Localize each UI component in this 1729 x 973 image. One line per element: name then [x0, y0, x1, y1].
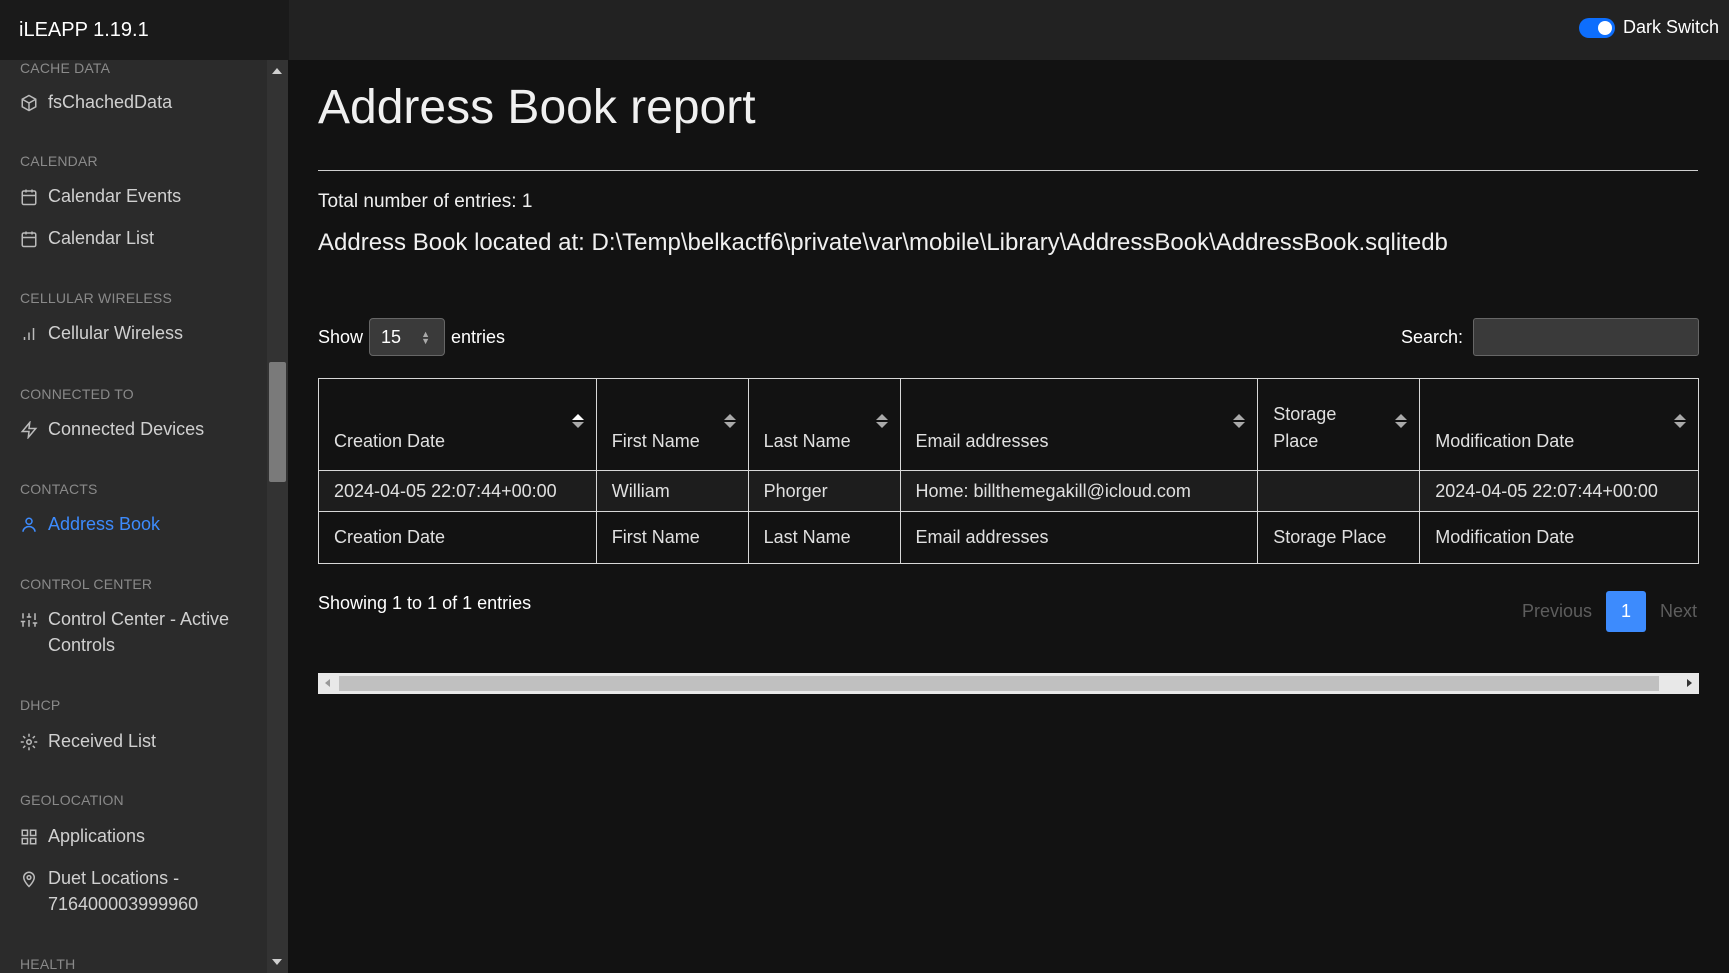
cell-first-name: William: [595, 470, 749, 512]
sidebar-item-label: Calendar List: [48, 228, 155, 248]
sidebar-section-header: CELLULAR WIRELESS: [20, 290, 173, 306]
app-title[interactable]: iLEAPP 1.19.1: [0, 0, 289, 60]
sidebar-item-control-center[interactable]: Control Center - Active Controls: [20, 606, 255, 658]
search-input[interactable]: [1473, 318, 1699, 356]
sidebar-item-address-book[interactable]: Address Book: [20, 511, 255, 537]
footer-creation-date: Creation Date: [318, 511, 597, 564]
grid-icon: [21, 829, 37, 845]
search-control: Search:: [1401, 318, 1699, 356]
page-size-value: 15: [381, 327, 402, 347]
sidebar-item-connected-devices[interactable]: Connected Devices: [20, 416, 255, 442]
calendar-icon: [21, 189, 37, 206]
horizontal-scrollbar-thumb[interactable]: [339, 676, 1659, 691]
cell-last-name: Phorger: [747, 470, 901, 512]
sidebar-item-received-list[interactable]: Received List: [20, 728, 255, 754]
sidebar-item-applications[interactable]: Applications: [20, 823, 255, 849]
column-header-label: Storage Place: [1273, 404, 1337, 451]
map-pin-icon: [22, 871, 36, 888]
bar-chart-icon: [23, 328, 35, 340]
sidebar-item-label: Received List: [48, 731, 157, 751]
dark-switch-toggle[interactable]: [1578, 17, 1615, 38]
show-label: Show: [318, 326, 364, 347]
zap-icon: [20, 421, 38, 439]
cell-storage-place: [1257, 470, 1421, 512]
column-header-label: Email addresses: [915, 431, 1049, 451]
next-button[interactable]: Next: [1658, 601, 1699, 622]
column-header-last-name[interactable]: Last Name: [747, 378, 901, 471]
column-header-creation-date[interactable]: Creation Date: [318, 378, 597, 471]
footer-storage-place: Storage Place: [1257, 511, 1421, 564]
column-header-first-name[interactable]: First Name: [595, 378, 749, 471]
settings-icon: [20, 733, 38, 751]
sidebar-item-label: Address Book: [48, 514, 161, 534]
dark-switch[interactable]: Dark Switch: [1578, 17, 1719, 38]
page-1-button[interactable]: 1: [1605, 591, 1646, 632]
sidebar-item-cellular-wireless[interactable]: Cellular Wireless: [20, 320, 255, 346]
sidebar-section-header: CACHE DATA: [20, 60, 111, 76]
footer-email-addresses: Email addresses: [899, 511, 1259, 564]
sidebar-section-header: CONTROL CENTER: [20, 576, 153, 592]
pagination: Previous 1 Next: [1520, 591, 1699, 632]
footer-first-name: First Name: [595, 511, 749, 564]
user-icon: [22, 517, 36, 532]
sidebar-item-label: Calendar Events: [48, 186, 182, 206]
page-title: Address Book report: [318, 81, 756, 134]
top-navbar: iLEAPP 1.19.1 Dark Switch: [0, 0, 1729, 60]
column-header-email-addresses[interactable]: Email addresses: [899, 378, 1259, 471]
sidebar-scrollbar[interactable]: [267, 60, 288, 973]
sidebar-item-duet-locations[interactable]: Duet Locations - 716400003999960: [20, 865, 255, 917]
scroll-down-icon[interactable]: [272, 959, 282, 965]
cell-email-addresses: Home: billthemegakill@icloud.com: [899, 470, 1259, 512]
sidebar-item-label: Connected Devices: [48, 419, 205, 439]
source-location: Address Book located at: D:\Temp\belkact…: [318, 229, 1448, 256]
sidebar-item-label: Applications: [48, 826, 146, 846]
column-header-label: Creation Date: [334, 431, 446, 451]
column-header-label: Last Name: [763, 431, 851, 451]
dark-switch-label: Dark Switch: [1622, 17, 1719, 37]
footer-last-name: Last Name: [747, 511, 901, 564]
column-header-label: Modification Date: [1435, 431, 1575, 451]
table-horizontal-scrollbar[interactable]: [318, 673, 1699, 694]
sidebar: CACHE DATA fsChachedData CALENDAR Calend…: [0, 60, 267, 973]
select-caret-icon: ▲ ▼: [421, 329, 431, 346]
address-book-table: Creation Date First Name Last Name Email…: [318, 378, 1699, 564]
entries-label: entries: [451, 326, 506, 347]
sidebar-item-calendar-events[interactable]: Calendar Events: [20, 183, 255, 209]
table-header-row: Creation Date First Name Last Name Email…: [318, 378, 1699, 471]
sidebar-item-label: fsChachedData: [48, 92, 173, 112]
table-row: 2024-04-05 22:07:44+00:00 William Phorge…: [318, 470, 1699, 512]
search-label: Search:: [1400, 326, 1463, 347]
table-info: Showing 1 to 1 of 1 entries: [318, 593, 532, 613]
title-divider: [318, 170, 1698, 171]
scroll-up-icon[interactable]: [272, 68, 282, 74]
calendar-icon: [21, 231, 37, 248]
sidebar-section-header: GEOLOCATION: [20, 792, 124, 808]
sliders-icon: [20, 613, 38, 627]
sidebar-item-label: Control Center - Active Controls: [48, 609, 230, 655]
sidebar-section-header: CONNECTED TO: [20, 386, 134, 402]
cell-creation-date: 2024-04-05 22:07:44+00:00: [318, 470, 597, 512]
column-header-label: First Name: [611, 431, 700, 451]
cell-modification-date: 2024-04-05 22:07:44+00:00: [1419, 470, 1699, 512]
cube-icon: [21, 94, 37, 112]
footer-modification-date: Modification Date: [1419, 511, 1699, 564]
scroll-right-icon[interactable]: [1687, 679, 1692, 687]
sidebar-scrollbar-thumb[interactable]: [269, 362, 286, 482]
total-entries: Total number of entries: 1: [318, 191, 533, 212]
page-size-select[interactable]: 15 ▲ ▼: [369, 318, 446, 356]
sidebar-section-header: CONTACTS: [20, 481, 98, 497]
column-header-modification-date[interactable]: Modification Date: [1419, 378, 1699, 471]
sidebar-item-fschacheddata[interactable]: fsChachedData: [20, 89, 255, 115]
scroll-left-icon[interactable]: [325, 679, 330, 687]
page-size-control: Show 15 ▲ ▼ entries: [318, 318, 505, 356]
previous-button[interactable]: Previous: [1520, 601, 1594, 622]
sidebar-section-header: CALENDAR: [20, 153, 98, 169]
table-footer-row: Creation Date First Name Last Name Email…: [318, 511, 1699, 564]
sidebar-item-label: Duet Locations - 716400003999960: [48, 868, 199, 914]
sidebar-section-header: DHCP: [20, 697, 61, 713]
sidebar-item-calendar-list[interactable]: Calendar List: [20, 225, 255, 251]
sidebar-section-header: HEALTH: [20, 956, 76, 972]
column-header-storage-place[interactable]: Storage Place: [1257, 378, 1421, 471]
sidebar-item-label: Cellular Wireless: [48, 323, 184, 343]
